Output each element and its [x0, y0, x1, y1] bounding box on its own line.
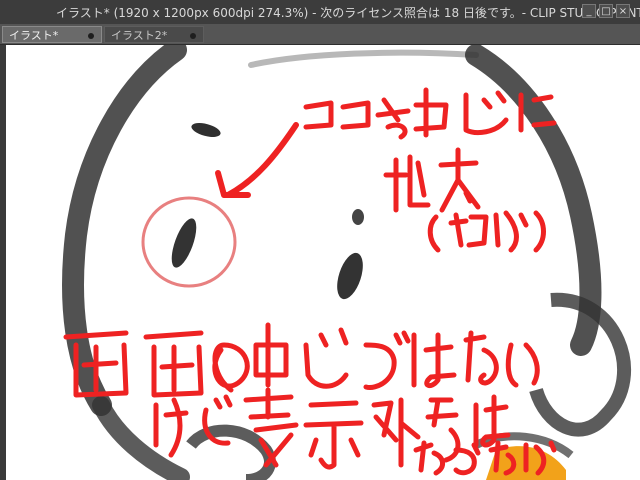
annotation-handwriting — [63, 87, 557, 476]
document-tab-bar: イラスト* イラスト2* ▾ — [0, 24, 640, 65]
unsaved-dot-icon — [88, 33, 94, 39]
annotation-arrow — [215, 122, 299, 198]
canvas-artwork — [62, 45, 631, 480]
drawing-canvas[interactable] — [6, 45, 640, 480]
close-button[interactable]: × — [616, 4, 630, 18]
eyebrow-shape — [191, 123, 221, 137]
window-title: イラスト* (1920 x 1200px 600dpi 274.3%) - 次の… — [56, 6, 640, 20]
minimize-button[interactable]: _ — [582, 4, 596, 18]
title-bar[interactable]: イラスト* (1920 x 1200px 600dpi 274.3%) - 次の… — [0, 0, 640, 24]
left-eye-shape — [171, 218, 197, 268]
app-window: イラスト* (1920 x 1200px 600dpi 274.3%) - 次の… — [0, 0, 640, 480]
unsaved-dot-icon — [190, 33, 196, 39]
nose-dot-shape — [352, 209, 364, 225]
tab-illustration-2[interactable]: イラスト2* — [104, 26, 204, 43]
tab-label: イラスト* — [9, 29, 59, 42]
tab-label: イラスト2* — [111, 29, 168, 42]
maximize-button[interactable]: □ — [599, 4, 613, 18]
tab-illustration[interactable]: イラスト* — [2, 26, 102, 43]
mouth-shape — [186, 424, 276, 480]
right-eye-shape — [337, 252, 363, 300]
